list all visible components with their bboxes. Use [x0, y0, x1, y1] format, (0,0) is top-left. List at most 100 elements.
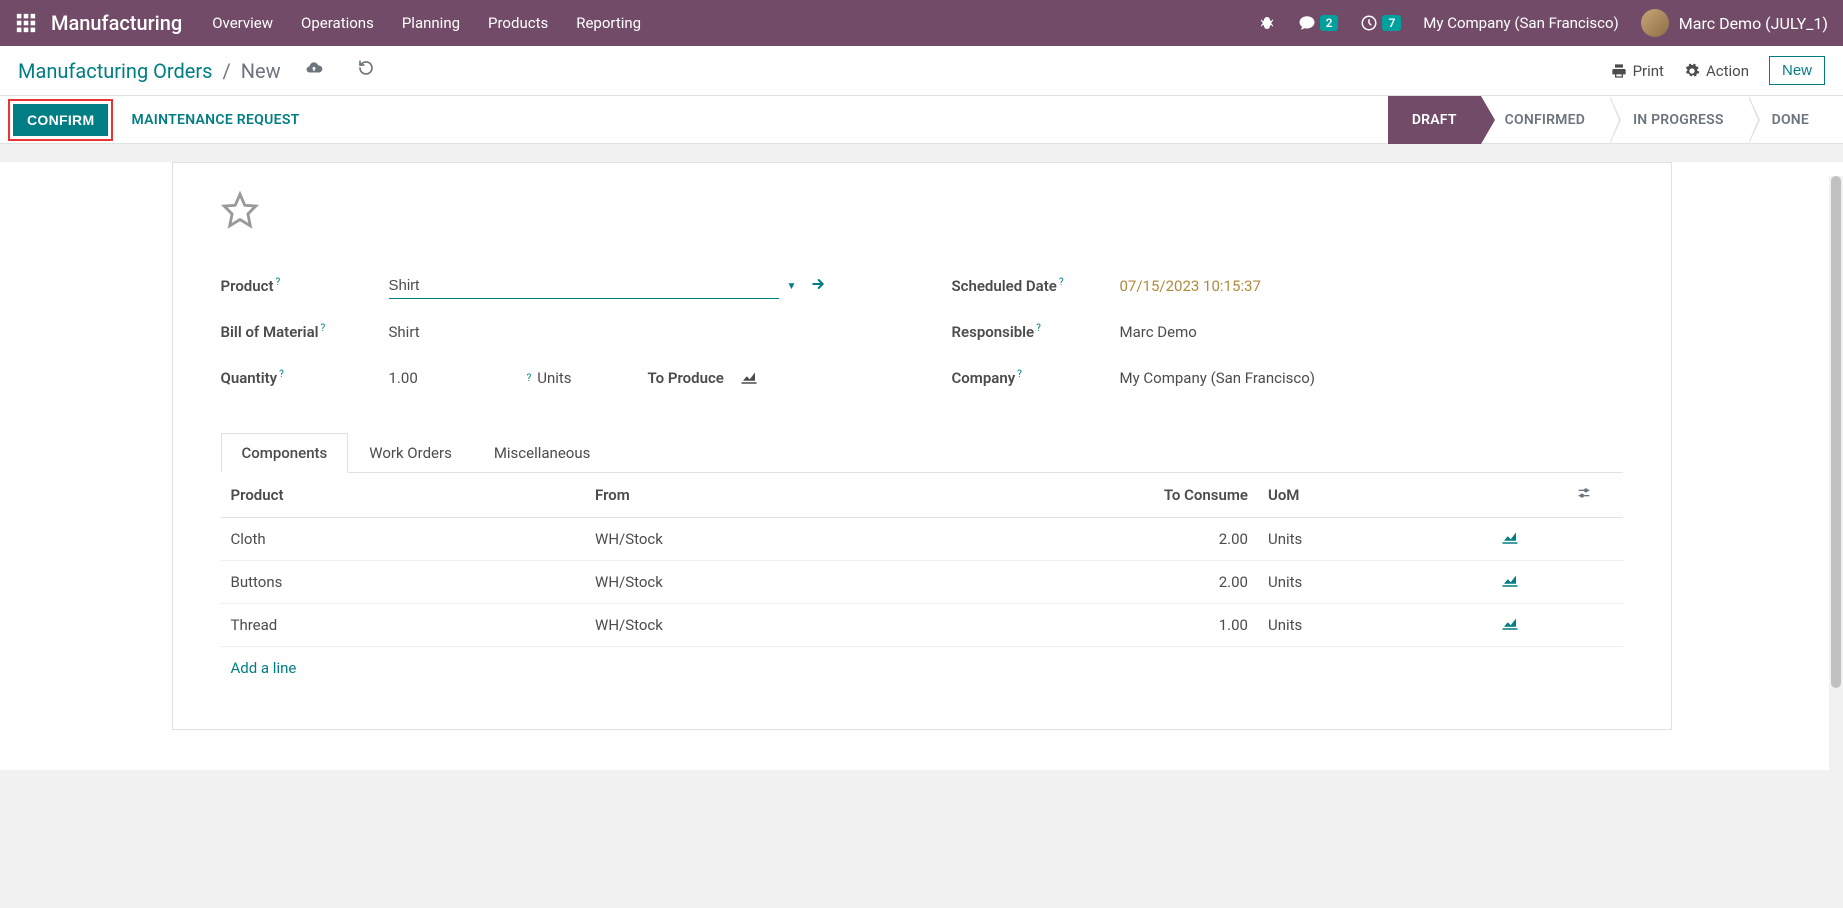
quantity-unit[interactable]: Units: [537, 369, 571, 387]
scrollbar-thumb[interactable]: [1831, 176, 1841, 688]
action-button[interactable]: Action: [1684, 62, 1749, 80]
company-switcher[interactable]: My Company (San Francisco): [1423, 14, 1618, 32]
nav-menu-operations[interactable]: Operations: [301, 14, 374, 32]
row-forecast-icon[interactable]: [1454, 604, 1566, 647]
status-left: CONFIRM MAINTENANCE REQUEST: [0, 99, 300, 141]
activity-icon[interactable]: 7: [1360, 14, 1401, 32]
table-row[interactable]: ThreadWH/Stock1.00Units: [221, 604, 1623, 647]
help-icon[interactable]: ?: [321, 323, 326, 334]
tab-work-orders[interactable]: Work Orders: [348, 433, 473, 472]
tab-components[interactable]: Components: [221, 433, 349, 473]
form-right: Scheduled Date? 07/15/2023 10:15:37 Resp…: [952, 263, 1623, 401]
status-step-in-progress[interactable]: IN PROGRESS: [1609, 96, 1748, 144]
bom-value[interactable]: Shirt: [389, 323, 420, 341]
cell-to-consume[interactable]: 2.00: [1090, 518, 1258, 561]
discard-icon[interactable]: [357, 59, 375, 82]
help-icon[interactable]: ?: [1017, 369, 1022, 380]
avatar: [1641, 9, 1669, 37]
table-row[interactable]: ClothWH/Stock2.00Units: [221, 518, 1623, 561]
maintenance-request-button[interactable]: MAINTENANCE REQUEST: [131, 112, 299, 128]
scheduled-date-value[interactable]: 07/15/2023 10:15:37: [1120, 277, 1261, 295]
cell-uom[interactable]: Units: [1258, 561, 1454, 604]
nav-menu-reporting[interactable]: Reporting: [576, 14, 641, 32]
status-step-done[interactable]: DONE: [1748, 96, 1833, 144]
scheduled-date-row: Scheduled Date? 07/15/2023 10:15:37: [952, 263, 1623, 309]
product-label: Product?: [221, 277, 389, 295]
priority-star-icon[interactable]: [221, 191, 259, 233]
print-label: Print: [1633, 62, 1664, 80]
help-icon[interactable]: ?: [527, 373, 532, 384]
components-table: Product From To Consume UoM ClothWH/Stoc…: [221, 473, 1623, 647]
messaging-icon[interactable]: 2: [1298, 14, 1339, 32]
scheduled-date-label: Scheduled Date?: [952, 277, 1120, 295]
cell-to-consume[interactable]: 2.00: [1090, 561, 1258, 604]
user-menu[interactable]: Marc Demo (JULY_1): [1641, 9, 1828, 37]
print-button[interactable]: Print: [1611, 62, 1664, 80]
brand[interactable]: Manufacturing: [51, 11, 182, 35]
add-line-button[interactable]: Add a line: [221, 647, 1623, 689]
control-right: Print Action New: [1611, 56, 1825, 85]
cell-from[interactable]: WH/Stock: [585, 561, 1090, 604]
help-icon[interactable]: ?: [1059, 277, 1064, 288]
cell-uom[interactable]: Units: [1258, 604, 1454, 647]
help-icon[interactable]: ?: [1036, 323, 1041, 334]
form-left: Product? ▼ Bill of Material? Shirt: [221, 263, 892, 401]
external-link-icon[interactable]: [810, 276, 826, 296]
quantity-label: Quantity?: [221, 369, 389, 387]
gear-icon: [1684, 63, 1700, 79]
bom-row: Bill of Material? Shirt: [221, 309, 892, 355]
th-chart: [1454, 473, 1566, 518]
form-grid: Product? ▼ Bill of Material? Shirt: [221, 263, 1623, 401]
breadcrumb-root[interactable]: Manufacturing Orders: [18, 59, 213, 83]
cell-product[interactable]: Buttons: [221, 561, 586, 604]
status-step-confirmed[interactable]: CONFIRMED: [1481, 96, 1609, 144]
breadcrumb-separator: /: [223, 59, 231, 83]
th-settings[interactable]: [1566, 473, 1622, 518]
company-value[interactable]: My Company (San Francisco): [1120, 369, 1315, 387]
sheet-container: Product? ▼ Bill of Material? Shirt: [0, 162, 1843, 770]
dropdown-caret-icon[interactable]: ▼: [787, 281, 797, 292]
nav-menu-products[interactable]: Products: [488, 14, 548, 32]
cell-from[interactable]: WH/Stock: [585, 604, 1090, 647]
status-bar: CONFIRM MAINTENANCE REQUEST DRAFT CONFIR…: [0, 96, 1843, 144]
cloud-upload-icon[interactable]: [305, 59, 323, 82]
confirm-button[interactable]: CONFIRM: [13, 104, 108, 136]
th-to-consume[interactable]: To Consume: [1090, 473, 1258, 518]
tab-miscellaneous[interactable]: Miscellaneous: [473, 433, 612, 472]
confirm-highlight: CONFIRM: [8, 99, 113, 141]
company-label: Company?: [952, 369, 1120, 387]
breadcrumb-current: New: [241, 59, 281, 83]
cell-product[interactable]: Cloth: [221, 518, 586, 561]
help-icon[interactable]: ?: [275, 277, 280, 288]
cell-to-consume[interactable]: 1.00: [1090, 604, 1258, 647]
company-row: Company? My Company (San Francisco): [952, 355, 1623, 401]
cell-from[interactable]: WH/Stock: [585, 518, 1090, 561]
responsible-label: Responsible?: [952, 323, 1120, 341]
activity-badge: 7: [1382, 15, 1401, 31]
scrollbar[interactable]: [1829, 176, 1843, 908]
breadcrumb: Manufacturing Orders / New: [18, 59, 375, 83]
row-forecast-icon[interactable]: [1454, 518, 1566, 561]
new-button[interactable]: New: [1769, 56, 1825, 85]
product-input[interactable]: [389, 273, 779, 299]
row-forecast-icon[interactable]: [1454, 561, 1566, 604]
help-icon[interactable]: ?: [279, 369, 284, 380]
status-step-draft[interactable]: DRAFT: [1388, 96, 1481, 144]
responsible-value[interactable]: Marc Demo: [1120, 323, 1197, 341]
quantity-row: Quantity? 1.00 ? Units To Produce: [221, 355, 892, 401]
nav-menu-planning[interactable]: Planning: [402, 14, 460, 32]
to-produce-label: To Produce: [648, 369, 724, 387]
apps-icon[interactable]: [15, 12, 37, 34]
status-steps: DRAFT CONFIRMED IN PROGRESS DONE: [1388, 96, 1833, 143]
th-uom[interactable]: UoM: [1258, 473, 1454, 518]
nav-menu-overview[interactable]: Overview: [212, 14, 273, 32]
th-from[interactable]: From: [585, 473, 1090, 518]
cell-uom[interactable]: Units: [1258, 518, 1454, 561]
th-product[interactable]: Product: [221, 473, 586, 518]
cell-product[interactable]: Thread: [221, 604, 586, 647]
table-row[interactable]: ButtonsWH/Stock2.00Units: [221, 561, 1623, 604]
forecast-chart-icon[interactable]: [740, 369, 758, 388]
tabs: Components Work Orders Miscellaneous: [221, 433, 1623, 473]
quantity-value[interactable]: 1.00: [389, 369, 519, 387]
bug-icon[interactable]: [1258, 14, 1276, 32]
